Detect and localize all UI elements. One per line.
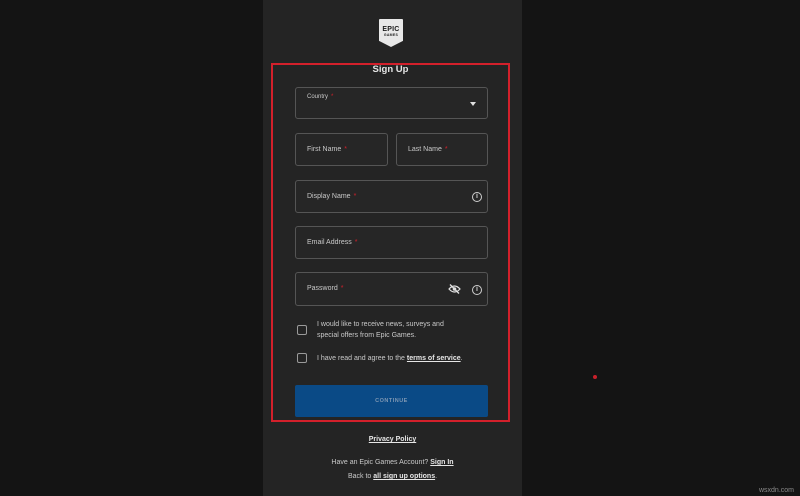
terms-text: I have read and agree to the (317, 355, 405, 362)
last-name-field[interactable]: Last Name * (396, 133, 488, 166)
email-label: Email Address * (307, 239, 357, 246)
password-label-text: Password (307, 285, 338, 292)
continue-button[interactable]: CONTINUE (295, 385, 488, 417)
privacy-policy-row: Privacy Policy (263, 436, 522, 443)
last-name-label: Last Name * (408, 146, 448, 153)
chevron-down-icon (470, 102, 476, 106)
terms-of-service-link[interactable]: terms of service (407, 355, 461, 362)
country-label: Country * (307, 94, 333, 100)
first-name-field[interactable]: First Name * (295, 133, 388, 166)
info-icon[interactable]: i (472, 285, 482, 295)
email-label-text: Email Address (307, 239, 352, 246)
news-checkbox-line2: special offers from Epic Games. (317, 332, 417, 339)
privacy-policy-link[interactable]: Privacy Policy (369, 436, 416, 443)
news-checkbox-line1: I would like to receive news, surveys an… (317, 321, 444, 328)
background-left (0, 0, 263, 496)
eye-off-icon[interactable] (448, 284, 461, 294)
required-mark: * (344, 146, 347, 153)
back-to-period: . (435, 473, 438, 480)
display-name-label-text: Display Name (307, 193, 351, 200)
have-account-row: Have an Epic Games Account? Sign In (263, 459, 522, 466)
first-name-label-text: First Name (307, 146, 342, 153)
have-account-text: Have an Epic Games Account? (331, 459, 429, 466)
required-mark: * (353, 193, 357, 200)
all-sign-up-options-link[interactable]: all sign up options (373, 473, 435, 480)
news-checkbox-label: I would like to receive news, surveys an… (317, 319, 444, 341)
country-select[interactable]: Country * (295, 87, 488, 119)
required-mark: * (331, 94, 334, 100)
logo-line1: EPIC (382, 25, 400, 33)
email-field[interactable]: Email Address * (295, 226, 488, 259)
terms-checkbox-label: I have read and agree to the terms of se… (317, 353, 463, 364)
cursor-dot (593, 375, 597, 379)
logo-line2: GAMES (383, 32, 399, 37)
info-icon[interactable]: i (472, 192, 482, 202)
page-title: Sign Up (372, 64, 409, 75)
back-to-text: Back to (347, 473, 372, 480)
display-name-label: Display Name * (307, 193, 356, 200)
country-label-text: Country (307, 94, 329, 100)
last-name-label-text: Last Name (408, 146, 442, 153)
required-mark: * (444, 146, 448, 153)
password-field[interactable]: Password * i (295, 272, 488, 306)
news-checkbox[interactable] (297, 325, 307, 335)
first-name-label: First Name * (307, 146, 347, 153)
back-to-row: Back to all sign up options. (263, 473, 522, 480)
terms-period: . (460, 355, 463, 362)
sign-in-link[interactable]: Sign In (430, 459, 453, 466)
display-name-field[interactable]: Display Name * i (295, 180, 488, 213)
password-label: Password * (307, 285, 343, 292)
terms-checkbox[interactable] (297, 353, 307, 363)
required-mark: * (354, 239, 358, 246)
required-mark: * (340, 285, 344, 292)
background-right (522, 0, 800, 496)
watermark: wsxdn.com (758, 487, 794, 494)
